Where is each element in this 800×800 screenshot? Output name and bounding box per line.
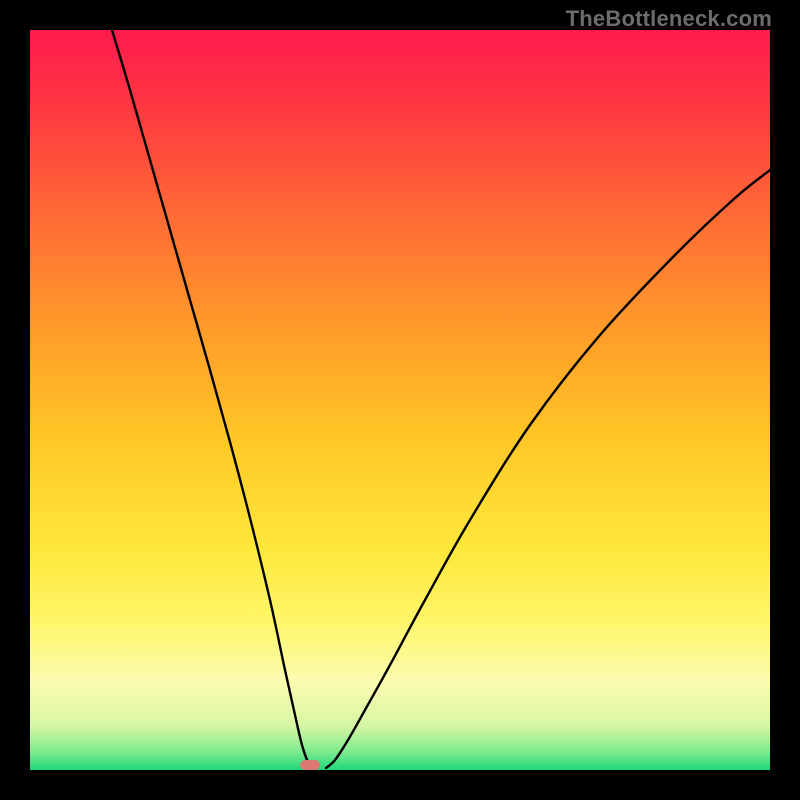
curve-right-branch [326,170,770,768]
plot-area [30,30,770,770]
curve-left-branch [112,30,313,768]
curve-layer [30,30,770,770]
minimum-marker [300,760,320,770]
watermark-text: TheBottleneck.com [566,6,772,32]
outer-frame: TheBottleneck.com [0,0,800,800]
